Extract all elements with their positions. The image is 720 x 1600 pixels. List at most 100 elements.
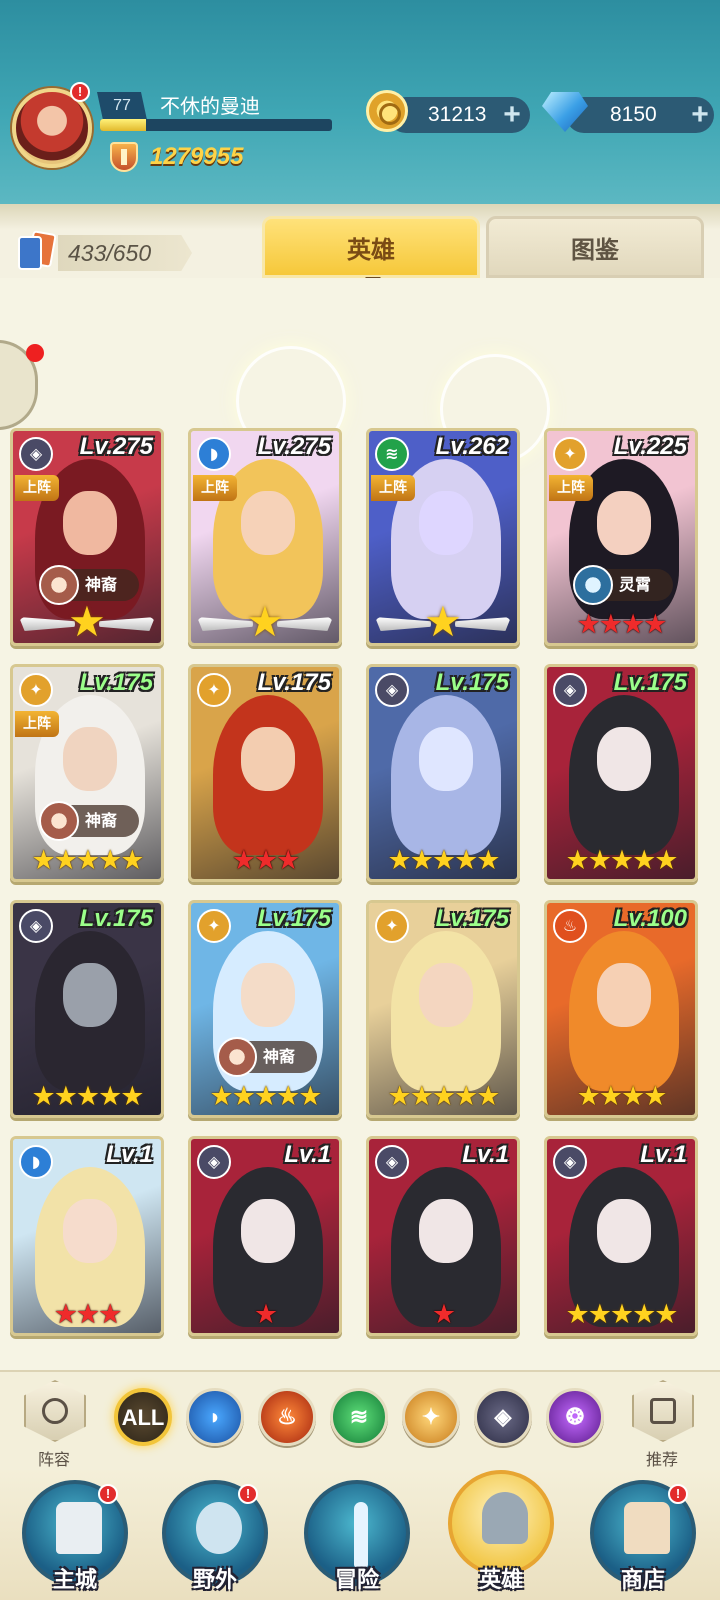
hero-card[interactable]: ◈ Lv.275 上阵 神裔 ★ <box>10 428 164 646</box>
faction-emblem-icon <box>217 1037 257 1077</box>
hero-level: Lv.1 <box>462 1141 509 1168</box>
faction-label: 神裔 <box>263 1047 296 1066</box>
water-element-icon: ◗ <box>208 1404 222 1429</box>
lineup-label: 阵容 <box>37 1450 70 1469</box>
hero-star-rating: ★★★★★ <box>31 845 144 876</box>
side-notification-dot <box>26 344 44 362</box>
deployed-tag: 上阵 <box>15 711 59 737</box>
add-diamonds-button[interactable]: + <box>686 100 714 130</box>
nav-wild-label: 野外 <box>192 1568 237 1593</box>
filter-arcane-button[interactable]: ❂ <box>546 1388 604 1446</box>
nav-shop-label: 商店 <box>620 1568 665 1593</box>
shop-stall-icon <box>624 1502 670 1554</box>
hero-level: Lv.175 <box>257 905 331 932</box>
castle-icon <box>56 1502 102 1554</box>
xp-bar <box>100 119 332 131</box>
gold-coin-icon <box>366 90 408 132</box>
hero-star-rating: ★★★★★ <box>31 1081 144 1112</box>
hero-level: Lv.1 <box>640 1141 687 1168</box>
shadow-element-icon: ◈ <box>375 1145 409 1179</box>
hero-star-rating: ★★★ <box>231 845 301 876</box>
filter-light-button[interactable]: ✦ <box>402 1388 460 1446</box>
faction-label: 灵霄 <box>619 575 652 594</box>
player-level: 77 <box>97 92 147 120</box>
water-element-icon: ◗ <box>197 437 231 471</box>
hero-star-rating: ★ <box>431 1299 456 1330</box>
water-element-icon: ◗ <box>19 1145 53 1179</box>
tab-codex[interactable]: 图鉴 <box>486 216 704 278</box>
hero-card[interactable]: ✦ Lv.175 上阵 神裔 ★★★★★ <box>10 664 164 882</box>
light-element-icon: ✦ <box>19 673 53 707</box>
hero-level: Lv.175 <box>613 669 687 696</box>
player-name: 不休的曼迪 <box>160 94 260 118</box>
nav-heroes-button[interactable] <box>448 1470 554 1576</box>
winged-star-rank-icon: ★ <box>375 601 511 643</box>
hero-level: Lv.175 <box>435 905 509 932</box>
hero-star-rating: ★★★★★ <box>209 1081 322 1112</box>
filter-wind-button[interactable]: ≋ <box>330 1388 388 1446</box>
hero-card[interactable]: ✦ Lv.175 ★★★★★ <box>366 900 520 1118</box>
shadow-element-icon: ◈ <box>375 673 409 707</box>
shop-notification-badge: ! <box>668 1484 688 1504</box>
hero-card[interactable]: ♨ Lv.100 ★★★★ <box>544 900 698 1118</box>
shadow-element-icon: ◈ <box>553 673 587 707</box>
wild-notification-badge: ! <box>238 1484 258 1504</box>
hero-level: Lv.262 <box>435 433 509 460</box>
faction-tag: 神裔 <box>217 1037 317 1077</box>
light-element-icon: ✦ <box>421 1404 441 1429</box>
hero-level: Lv.175 <box>79 905 153 932</box>
nav-main-city-label: 主城 <box>52 1568 97 1593</box>
hero-level: Lv.1 <box>106 1141 153 1168</box>
faction-label: 神裔 <box>85 811 118 830</box>
hero-star-rating: ★★★★★ <box>387 845 500 876</box>
light-element-icon: ✦ <box>375 909 409 943</box>
hero-level: Lv.275 <box>79 433 153 460</box>
hero-card[interactable]: ◈ Lv.1 ★★★★★ <box>544 1136 698 1336</box>
xp-bar-fill <box>100 119 147 131</box>
hero-card[interactable]: ◈ Lv.175 ★★★★★ <box>366 664 520 882</box>
fire-element-icon: ♨ <box>553 909 587 943</box>
power-shield-icon <box>110 142 138 172</box>
filter-shadow-button[interactable]: ◈ <box>474 1388 532 1446</box>
hero-level: Lv.175 <box>435 669 509 696</box>
hero-level: Lv.175 <box>257 669 331 696</box>
hero-cards-icon <box>16 230 58 274</box>
hero-card[interactable]: ◈ Lv.1 ★ <box>366 1136 520 1336</box>
add-gold-button[interactable]: + <box>498 100 526 130</box>
winged-star-rank-icon: ★ <box>19 601 155 643</box>
filter-fire-button[interactable]: ♨ <box>258 1388 316 1446</box>
faction-emblem-icon <box>39 801 79 841</box>
hero-card[interactable]: ✦ Lv.225 上阵 灵霄 ★★★★ <box>544 428 698 646</box>
nav-adventure-label: 冒险 <box>334 1568 379 1593</box>
hero-card[interactable]: ◗ Lv.1 ★★★ <box>10 1136 164 1336</box>
filter-all-button[interactable]: ALL <box>114 1388 172 1446</box>
hero-card[interactable]: ✦ Lv.175 神裔 ★★★★★ <box>188 900 342 1118</box>
deployed-tag: 上阵 <box>15 475 59 501</box>
hero-star-rating: ★★★★ <box>576 1081 668 1112</box>
faction-tag: 神裔 <box>39 801 139 841</box>
wind-element-icon: ≋ <box>349 1404 369 1429</box>
combat-power-value: 1279955 <box>150 143 244 170</box>
filter-water-button[interactable]: ◗ <box>186 1388 244 1446</box>
hero-card[interactable]: ✦ Lv.175 ★★★ <box>188 664 342 882</box>
tab-heroes[interactable]: 英雄 <box>262 216 480 285</box>
hero-star-rating: ★★★ <box>53 1299 123 1330</box>
sword-icon <box>354 1502 368 1568</box>
arcane-element-icon: ❂ <box>565 1404 585 1429</box>
shadow-element-icon: ◈ <box>494 1404 512 1429</box>
helmet-icon <box>482 1492 528 1544</box>
hero-card[interactable]: ◈ Lv.175 ★★★★★ <box>10 900 164 1118</box>
faction-emblem-icon <box>573 565 613 605</box>
shadow-element-icon: ◈ <box>553 1145 587 1179</box>
shadow-element-icon: ◈ <box>19 909 53 943</box>
hero-level: Lv.1 <box>284 1141 331 1168</box>
hero-card[interactable]: ≋ Lv.262 上阵 ★ <box>366 428 520 646</box>
hero-card[interactable]: ◈ Lv.175 ★★★★★ <box>544 664 698 882</box>
deployed-tag: 上阵 <box>371 475 415 501</box>
hero-star-rating: ★★★★★ <box>387 1081 500 1112</box>
gold-amount: 31213 <box>428 103 487 126</box>
hero-card[interactable]: ◗ Lv.275 上阵 ★ <box>188 428 342 646</box>
hero-card[interactable]: ◈ Lv.1 ★ <box>188 1136 342 1336</box>
hero-level: Lv.275 <box>257 433 331 460</box>
hero-star-rating: ★★★★ <box>576 609 668 640</box>
